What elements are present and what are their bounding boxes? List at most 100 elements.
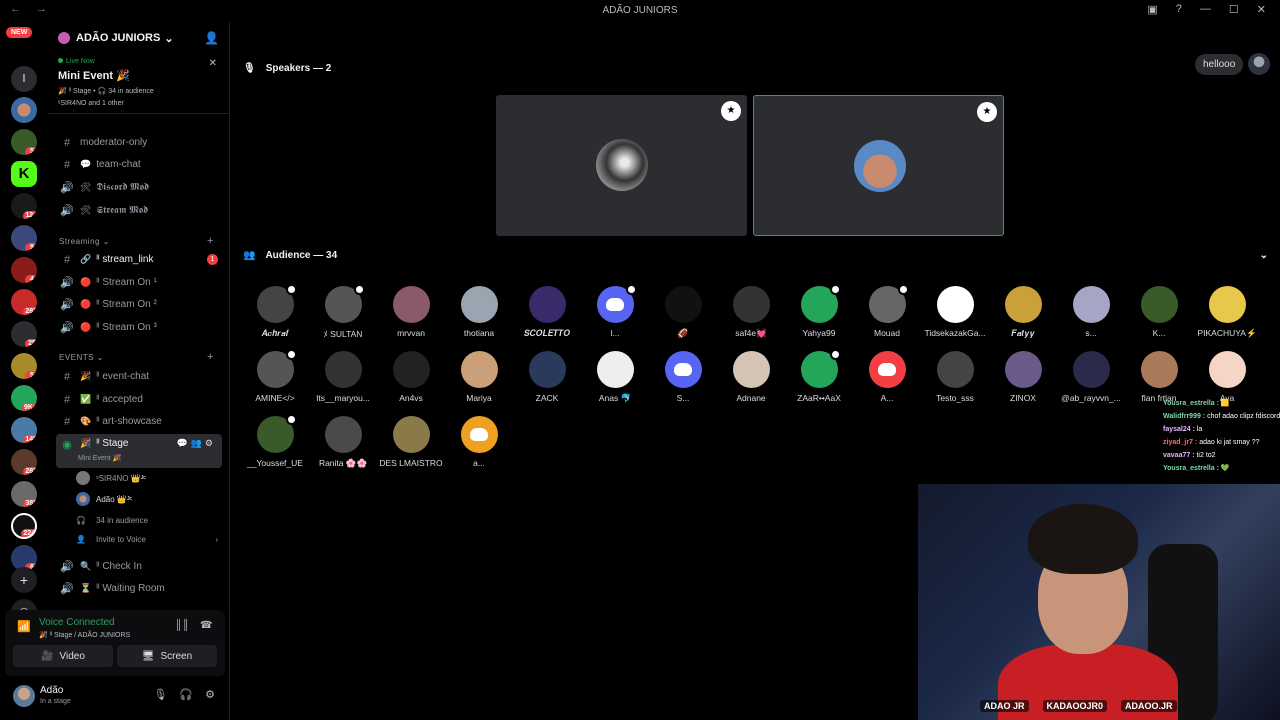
speaker-tile[interactable]: ★ <box>496 95 747 236</box>
invite-icon[interactable]: 👤 <box>204 31 219 45</box>
server-icon[interactable]: 9 <box>11 225 37 251</box>
audience-member[interactable]: K... <box>1124 286 1194 338</box>
server-icon[interactable]: 25 <box>11 321 37 347</box>
server-icon[interactable]: 282 <box>11 449 37 475</box>
server-icon[interactable]: 4 <box>11 257 37 283</box>
channel-moderator-only[interactable]: # moderator-only <box>56 132 222 153</box>
signal-icon[interactable]: 📶 <box>17 620 31 634</box>
category-streaming[interactable]: Streaming ⌄ + <box>59 235 213 247</box>
audience-header[interactable]: 👥 Audience — 34 ⌄ <box>243 250 1268 261</box>
audience-member[interactable]: A... <box>852 351 922 403</box>
audience-member[interactable]: Testo_sss <box>920 351 990 403</box>
audience-member[interactable]: saf4e💓 <box>716 286 786 339</box>
chevron-down-icon[interactable]: ⌄ <box>1260 250 1268 261</box>
noise-suppression-icon[interactable]: ║║ <box>175 620 189 631</box>
audience-member[interactable]: 🏈 <box>648 286 718 339</box>
audience-member[interactable]: AMINE</> <box>240 349 310 403</box>
audience-member[interactable]: 𝑨𝒄𝒉𝒓𝒂𝒇 <box>240 284 310 339</box>
audience-member[interactable]: Adnane <box>716 351 786 403</box>
server-icon[interactable]: 5 <box>11 353 37 379</box>
channel-accepted[interactable]: # ✅ ᴵᴵ accepted <box>56 389 222 410</box>
channel-event-chat[interactable]: # 🎉 ᴵᴵ event-chat <box>56 366 222 387</box>
speaker-tile[interactable]: ★ <box>753 95 1004 236</box>
audience-member[interactable]: Aya <box>1192 351 1262 403</box>
video-button[interactable]: 🎥 Video <box>13 645 113 667</box>
audience-member[interactable]: Anas 🐬 <box>580 351 650 404</box>
server-icon[interactable]: 5 <box>11 129 37 155</box>
channel-team-chat[interactable]: # 💬 team-chat <box>56 154 222 175</box>
maximize-icon[interactable]: ☐ <box>1229 3 1239 16</box>
channel-stream-mod[interactable]: 🔊 🛠 𝕾𝖙𝖗𝖊𝖆𝖒 𝕸𝖔𝖉 <box>56 200 222 221</box>
audience-member[interactable]: Its__maryou... <box>308 351 378 403</box>
server-icon[interactable]: 224 <box>11 513 37 539</box>
screen-button[interactable]: 🖥 Screen <box>117 645 217 667</box>
audience-member[interactable]: s... <box>1056 286 1126 338</box>
channel-waiting-room[interactable]: 🔊 ⏳ ᴵᴵ Waiting Room <box>56 578 222 599</box>
category-events[interactable]: EVENTS ⌄ + <box>59 351 213 363</box>
audience-member[interactable]: Mouad <box>852 284 922 338</box>
add-channel-icon[interactable]: + <box>207 351 214 363</box>
server-icon[interactable]: 148 <box>11 417 37 443</box>
server-icon[interactable] <box>11 97 37 123</box>
add-server-icon[interactable]: + <box>11 567 37 593</box>
audience-member[interactable]: ZAaR••AaX <box>784 349 854 403</box>
channel-stage[interactable]: ◉ 🎉 ᴵᴵ Stage 💬👥⚙ Mini Event 🎉 <box>56 434 222 468</box>
channel-stream-on-1[interactable]: 🔊 🔴 ᴵᴵ Stream On ¹ <box>56 272 222 293</box>
audience-member[interactable]: Ranita 🌸🌸 <box>308 416 378 469</box>
audience-member[interactable]: @ab_rayvvn_... <box>1056 351 1126 403</box>
audience-member[interactable]: l... <box>580 284 650 338</box>
inbox-icon[interactable]: ▣ <box>1147 3 1157 16</box>
channel-stream-on-2[interactable]: 🔊 🔴 ᴵᴵ Stream On ² <box>56 294 222 315</box>
server-icon[interactable]: 9K+ <box>11 385 37 411</box>
avatar[interactable] <box>13 685 35 707</box>
minimize-icon[interactable]: — <box>1200 3 1211 16</box>
stage-audience-count[interactable]: 🎧 34 in audience <box>76 516 148 525</box>
server-icon[interactable]: K <box>11 161 37 187</box>
moderator-icon <box>285 349 297 360</box>
audience-member[interactable]: mrvvan <box>376 286 446 338</box>
audience-member[interactable]: 𝑺𝑪𝑶𝑳𝑬𝑻𝑻𝑶 <box>512 286 582 339</box>
close-icon[interactable]: ✕ <box>1257 3 1266 16</box>
channel-check-in[interactable]: 🔊 🔍 ᴵᴵ Check In <box>56 556 222 577</box>
server-header[interactable]: ADÃO JUNIORS ⌄ 👤 <box>48 22 229 54</box>
help-icon[interactable]: ? <box>1176 3 1182 16</box>
channel-discord-mod[interactable]: 🔊 🛠 𝕯𝖎𝖘𝖈𝖔𝖗𝖉 𝕸𝖔𝖉 <box>56 177 222 198</box>
channel-art-showcase[interactable]: # 🎨 ᴵᴵ art-showcase <box>56 411 222 432</box>
channel-stream-on-3[interactable]: 🔊 🔴 ᴵᴵ Stream On ³ <box>56 317 222 338</box>
audience-member[interactable]: thotiana <box>444 286 514 338</box>
disconnect-icon[interactable]: ☎ <box>200 620 212 631</box>
audience-member[interactable]: flan frtlan <box>1124 351 1194 403</box>
audience-member[interactable]: An4vs <box>376 351 446 403</box>
stage-speaker[interactable]: ˢSIR4NO 👑ᴶᶜ <box>76 471 146 485</box>
channel-stream-link[interactable]: # 🔗 ᴵᴵ stream_link 1 <box>56 249 222 270</box>
voice-status[interactable]: Voice Connected <box>39 617 115 628</box>
settings-icon[interactable]: ⚙ <box>205 688 215 701</box>
live-event-card[interactable]: Live Now Mini Event 🎉 🎉 ᴵᴵ Stage • 🎧 34 … <box>48 54 229 114</box>
server-icon[interactable]: 124 <box>11 193 37 219</box>
audience-member[interactable]: ZACK <box>512 351 582 403</box>
invite-to-voice[interactable]: 👤 Invite to Voice › <box>76 535 218 544</box>
stage-actions-icon[interactable]: 💬👥⚙ <box>177 438 216 449</box>
audience-member[interactable]: DES LMAISTRO <box>376 416 446 468</box>
audience-member[interactable]: PIKACHUYA⚡ <box>1192 286 1262 339</box>
audience-member[interactable]: ﾒ SULTAN <box>308 284 378 340</box>
headphones-icon[interactable]: 🎧 <box>179 688 193 701</box>
audience-member[interactable]: ZINOX <box>988 351 1058 403</box>
audience-member[interactable]: S... <box>648 351 718 403</box>
mic-icon[interactable]: 🎙 <box>153 688 167 701</box>
audience-member[interactable]: __Youssef_UE <box>240 414 310 468</box>
avatar[interactable] <box>1248 53 1270 75</box>
audience-member[interactable]: a... <box>444 416 514 468</box>
server-icon[interactable]: 282 <box>11 289 37 315</box>
close-icon[interactable]: ✕ <box>209 58 217 69</box>
audience-member[interactable]: TidsekazakGa... <box>920 286 990 338</box>
server-icon[interactable]: l <box>11 66 37 92</box>
server-icon[interactable]: 388 <box>11 481 37 507</box>
category-label: EVENTS <box>59 353 95 362</box>
audience-member[interactable]: Yahya99 <box>784 284 854 338</box>
audience-member[interactable]: Mariya <box>444 351 514 403</box>
audience-member[interactable]: 𝑭𝒂𝒕𝒚𝒚 <box>988 286 1058 339</box>
add-channel-icon[interactable]: + <box>207 235 214 247</box>
stage-speaker[interactable]: Adão 👑ᴶᶜ <box>76 492 132 506</box>
channel-label: 𝕯𝖎𝖘𝖈𝖔𝖗𝖉 𝕸𝖔𝖉 <box>96 182 150 193</box>
